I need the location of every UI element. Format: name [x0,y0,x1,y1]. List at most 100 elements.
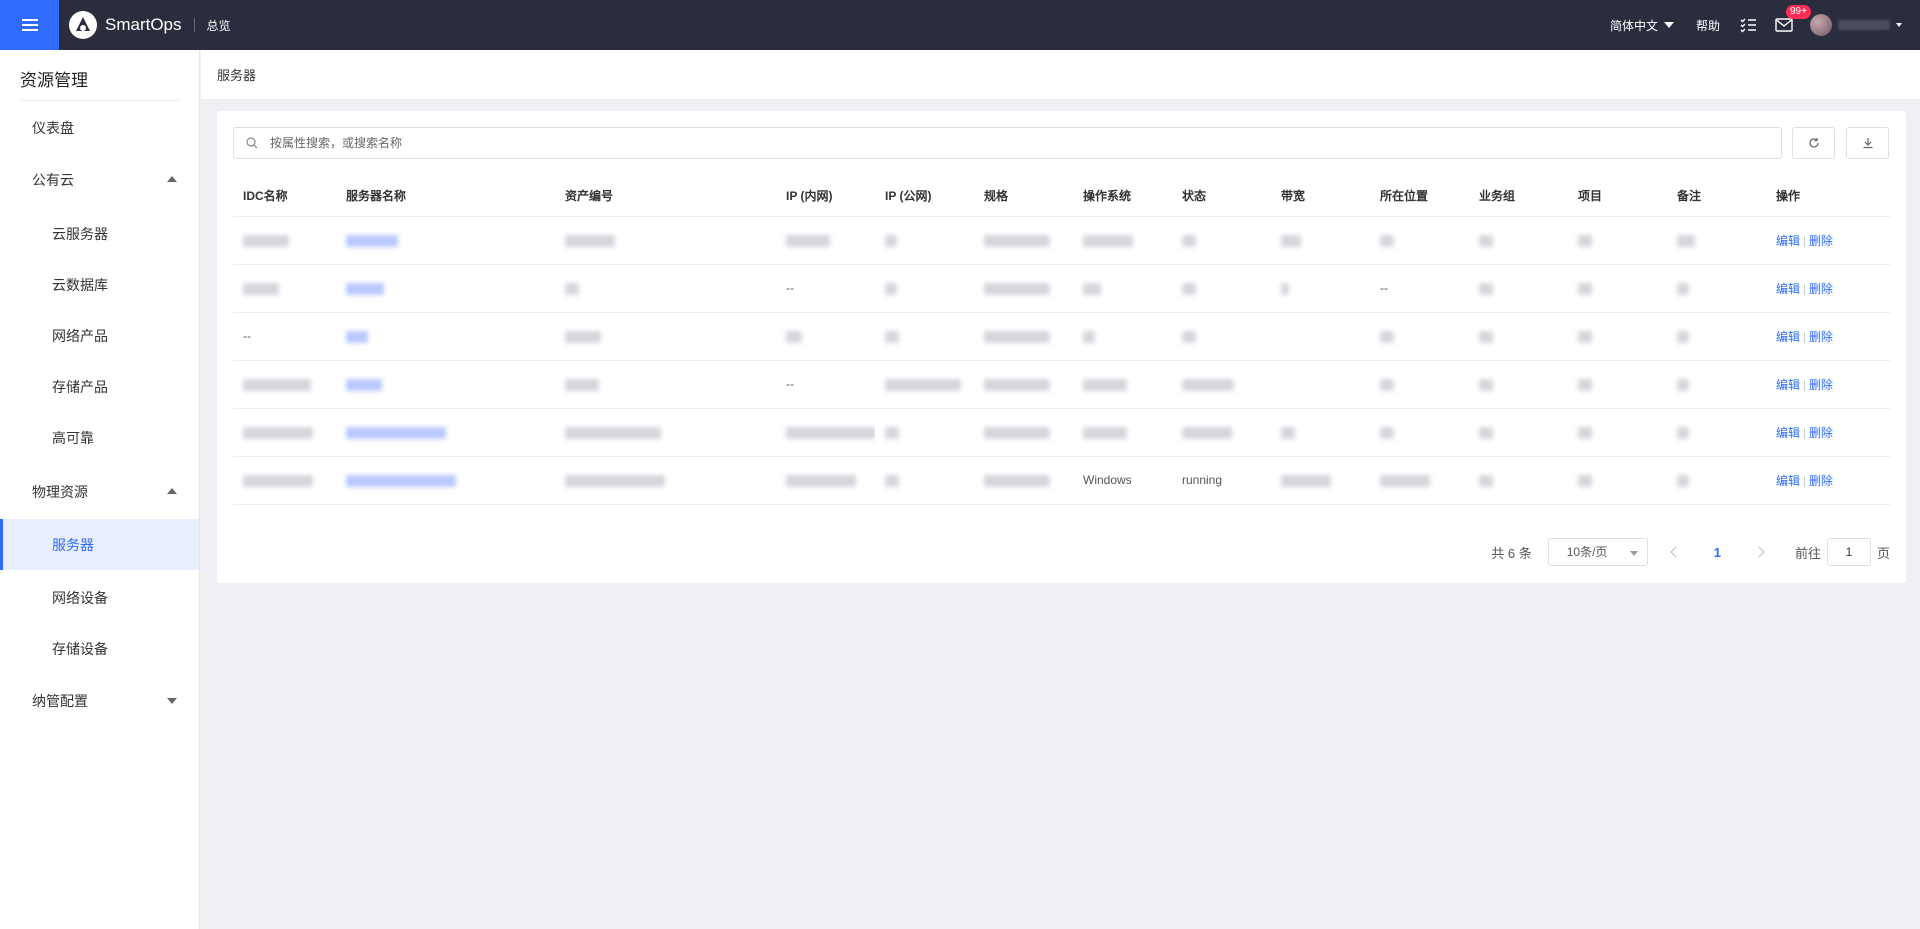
column-header-idc[interactable]: IDC名称 [233,175,336,217]
column-header-spec[interactable]: 规格 [974,175,1073,217]
download-icon [1863,138,1872,149]
column-header-status[interactable]: 状态 [1172,175,1271,217]
column-header-os[interactable]: 操作系统 [1073,175,1172,217]
sidebar-item-network-products[interactable]: 网络产品 [0,310,199,361]
cell-asset-id [555,456,776,505]
sidebar-item-servers[interactable]: 服务器 [0,519,199,570]
edit-link[interactable]: 编辑 [1776,234,1800,248]
server-table: IDC名称 服务器名称 资产编号 IP (内网) IP (公网) 规格 操作系统… [233,175,1890,505]
cell-business-group [1469,264,1568,313]
cell-bandwidth [1271,360,1370,409]
cell-ip-internal [776,456,875,505]
sidebar-item-dashboard[interactable]: 仪表盘 [0,102,199,153]
cell-asset-id [555,264,776,313]
cell-project [1568,216,1667,265]
cell-os [1073,312,1172,361]
language-select[interactable]: 简体中文 [1610,17,1674,34]
help-link[interactable]: 帮助 [1696,17,1720,34]
sidebar-item-managed-config[interactable]: 纳管配置 [0,675,199,726]
column-header-server-name[interactable]: 服务器名称 [336,175,555,217]
table-row: Windows running 编辑 删除 [233,456,1890,505]
refresh-icon [1808,138,1819,148]
page-size-select[interactable]: 10条/页 [1547,538,1648,566]
column-header-remark[interactable]: 备注 [1667,175,1766,217]
delete-link[interactable]: 删除 [1809,426,1833,440]
cell-idc [233,216,336,265]
sidebar-item-storage-products[interactable]: 存储产品 [0,361,199,412]
edit-link[interactable]: 编辑 [1776,474,1800,488]
cell-ip-public [875,312,974,361]
cell-ip-public [875,408,974,457]
cell-status [1172,312,1271,361]
cell-idc [233,360,336,409]
delete-link[interactable]: 删除 [1809,234,1833,248]
cell-ip-internal [776,408,875,457]
cell-server-name[interactable] [336,408,555,457]
app-logo[interactable]: SmartOps [69,11,182,39]
menu-toggle-button[interactable] [0,0,59,50]
goto-page-input[interactable] [1826,538,1871,566]
prev-page-icon[interactable] [1670,546,1682,558]
sidebar-title: 资源管理 [20,71,88,90]
pagination: 共 6 条 10条/页 1 前往 页 [1491,538,1890,566]
cell-business-group [1469,312,1568,361]
column-header-bandwidth[interactable]: 带宽 [1271,175,1370,217]
cell-project [1568,456,1667,505]
sidebar-item-high-availability[interactable]: 高可靠 [0,412,199,463]
cell-idc: -- [233,312,336,361]
sidebar-item-label: 纳管配置 [32,692,88,709]
logo-icon [69,11,97,39]
edit-link[interactable]: 编辑 [1776,378,1800,392]
cell-spec [974,216,1073,265]
refresh-button[interactable] [1792,127,1835,159]
column-header-asset-id[interactable]: 资产编号 [555,175,776,217]
sidebar-item-storage-devices[interactable]: 存储设备 [0,623,199,674]
page-number[interactable]: 1 [1714,545,1721,560]
next-page-icon[interactable] [1753,546,1765,558]
column-header-project[interactable]: 项目 [1568,175,1667,217]
edit-link[interactable]: 编辑 [1776,282,1800,296]
cell-status [1172,264,1271,313]
sidebar-item-cloud-server[interactable]: 云服务器 [0,208,199,259]
cell-server-name[interactable] [336,312,555,361]
cell-location: -- [1370,264,1469,313]
edit-link[interactable]: 编辑 [1776,426,1800,440]
cell-remark [1667,216,1766,265]
sidebar-item-public-cloud[interactable]: 公有云 [0,154,199,205]
cell-os [1073,264,1172,313]
search-box[interactable] [233,127,1782,159]
sidebar-item-network-devices[interactable]: 网络设备 [0,572,199,623]
cell-spec [974,456,1073,505]
export-button[interactable] [1846,127,1889,159]
cell-server-name[interactable] [336,216,555,265]
cell-actions: 编辑 删除 [1766,312,1890,361]
sidebar-item-physical-resources[interactable]: 物理资源 [0,466,199,517]
delete-link[interactable]: 删除 [1809,330,1833,344]
column-header-ip-public[interactable]: IP (公网) [875,175,974,217]
user-menu[interactable] [1810,14,1902,36]
task-list-icon[interactable] [1738,15,1758,35]
edit-link[interactable]: 编辑 [1776,330,1800,344]
mail-icon[interactable]: 99+ [1774,5,1811,35]
cell-business-group [1469,216,1568,265]
cell-os [1073,408,1172,457]
delete-link[interactable]: 删除 [1809,474,1833,488]
delete-link[interactable]: 删除 [1809,282,1833,296]
cell-spec [974,360,1073,409]
cell-location [1370,456,1469,505]
sidebar-item-cloud-database[interactable]: 云数据库 [0,259,199,310]
column-header-ip-internal[interactable]: IP (内网) [776,175,875,217]
column-header-location[interactable]: 所在位置 [1370,175,1469,217]
delete-link[interactable]: 删除 [1809,378,1833,392]
cell-status: running [1172,456,1271,505]
cell-status [1172,216,1271,265]
column-header-business-group[interactable]: 业务组 [1469,175,1568,217]
nav-overview[interactable]: 总览 [207,17,231,34]
cell-server-name[interactable] [336,456,555,505]
cell-server-name[interactable] [336,264,555,313]
cell-server-name[interactable] [336,360,555,409]
table-row: -- -- 编辑 删除 [233,264,1890,313]
divider [1804,331,1806,343]
sidebar: 资源管理 仪表盘 公有云 云服务器 云数据库 网络产品 存储产品 高可靠 物理资… [0,50,200,929]
search-input[interactable] [270,136,1670,150]
